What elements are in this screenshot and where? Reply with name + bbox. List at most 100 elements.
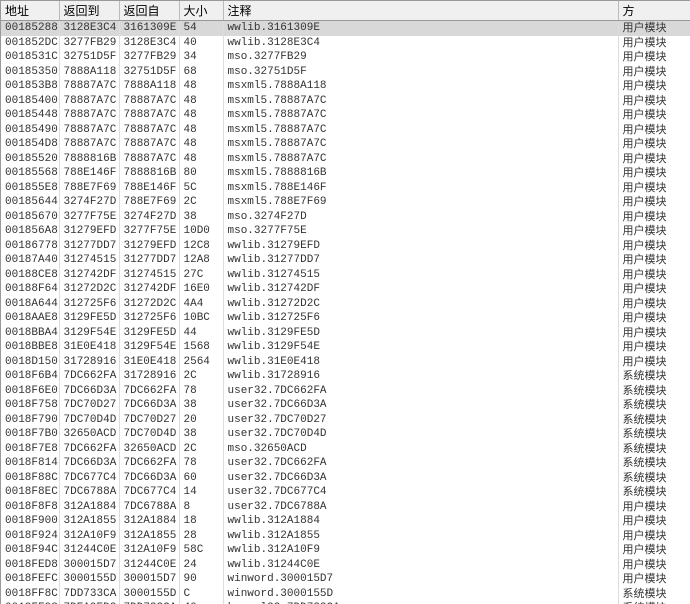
cell-return-from: 31272D2C — [119, 297, 179, 312]
table-row[interactable]: 0018F924312A10F9312A185528wwlib.312A1855… — [1, 529, 690, 544]
table-row[interactable]: 0018540078887A7C78887A7C48msxml5.78887A7… — [1, 94, 690, 109]
cell-address: 0018F8EC — [1, 485, 59, 500]
col-size[interactable]: 大小 — [179, 1, 223, 21]
table-row[interactable]: 0018F7B032650ACD7DC70D4D38user32.7DC70D4… — [1, 427, 690, 442]
cell-comment: mso.32650ACD — [223, 442, 618, 457]
cell-size: 2564 — [179, 355, 223, 370]
cell-size: 54 — [179, 21, 223, 36]
cell-address: 00185448 — [1, 108, 59, 123]
cell-return-to: 3277F75E — [59, 210, 119, 225]
table-row[interactable]: 0018F8147DC66D3A7DC662FA78user32.7DC662F… — [1, 456, 690, 471]
cell-size: 78 — [179, 456, 223, 471]
cell-origin: 用户模块 — [618, 108, 690, 123]
cell-address: 001854D8 — [1, 137, 59, 152]
cell-return-from: 7DC66D3A — [119, 471, 179, 486]
cell-address: 0018BBE8 — [1, 340, 59, 355]
table-row[interactable]: 00188CE8312742DF3127451527Cwwlib.3127451… — [1, 268, 690, 283]
table-row[interactable]: 0018544878887A7C78887A7C48msxml5.78887A7… — [1, 108, 690, 123]
cell-return-to: 31277DD7 — [59, 239, 119, 254]
cell-return-from: 31244C0E — [119, 558, 179, 573]
table-row[interactable]: 0018F8F8312A18847DC6788A8user32.7DC6788A… — [1, 500, 690, 515]
table-row[interactable]: 0018A644312725F631272D2C4A4wwlib.31272D2… — [1, 297, 690, 312]
cell-return-to: 7888A118 — [59, 65, 119, 80]
table-row[interactable]: 001853B878887A7C7888A11848msxml5.7888A11… — [1, 79, 690, 94]
cell-return-from: 7DC70D4D — [119, 427, 179, 442]
table-row[interactable]: 0018BBE831E0E4183129F54E1568wwlib.3129F5… — [1, 340, 690, 355]
table-row[interactable]: 0018FEFC3000155D300015D790winword.300015… — [1, 572, 690, 587]
cell-size: 48 — [179, 152, 223, 167]
cell-address: 001853B8 — [1, 79, 59, 94]
cell-return-from: 312A1884 — [119, 514, 179, 529]
cell-return-from: 31E0E418 — [119, 355, 179, 370]
cell-comment: wwlib.31728916 — [223, 369, 618, 384]
cell-return-to: 7DC662FA — [59, 442, 119, 457]
table-row[interactable]: 001852DC3277FB293128E3C440wwlib.3128E3C4… — [1, 36, 690, 51]
cell-return-to: 7DC677C4 — [59, 471, 119, 486]
cell-origin: 系统模块 — [618, 471, 690, 486]
cell-size: 34 — [179, 50, 223, 65]
table-row[interactable]: 001855E8788E7F69788E146F5Cmsxml5.788E146… — [1, 181, 690, 196]
table-row[interactable]: 0018549078887A7C78887A7C48msxml5.78887A7… — [1, 123, 690, 138]
table-row[interactable]: 001856A831279EFD3277F75E10D0mso.3277F75E… — [1, 224, 690, 239]
cell-address: 0018FF8C — [1, 587, 59, 602]
col-address[interactable]: 地址 — [1, 1, 59, 21]
table-row[interactable]: 0018F900312A1855312A188418wwlib.312A1884… — [1, 514, 690, 529]
cell-return-from: 7DC66D3A — [119, 398, 179, 413]
cell-comment: wwlib.3129F54E — [223, 340, 618, 355]
table-row[interactable]: 0018D1503172891631E0E4182564wwlib.31E0E4… — [1, 355, 690, 370]
table-row[interactable]: 001854D878887A7C78887A7C48msxml5.78887A7… — [1, 137, 690, 152]
col-return-from[interactable]: 返回自 — [119, 1, 179, 21]
table-row[interactable]: 0018F6E07DC66D3A7DC662FA78user32.7DC662F… — [1, 384, 690, 399]
table-row[interactable]: 0018531C32751D5F3277FB2934mso.3277FB29用户… — [1, 50, 690, 65]
col-origin[interactable]: 方 — [618, 1, 690, 21]
cell-return-from: 3161309E — [119, 21, 179, 36]
table-row[interactable]: 0018BBA43129F54E3129FE5D44wwlib.3129FE5D… — [1, 326, 690, 341]
cell-origin: 用户模块 — [618, 282, 690, 297]
cell-comment: mso.3274F27D — [223, 210, 618, 225]
cell-return-to: 78887A7C — [59, 94, 119, 109]
cell-size: 38 — [179, 398, 223, 413]
table-row[interactable]: 0018F6B47DC662FA317289162Cwwlib.31728916… — [1, 369, 690, 384]
cell-return-to: 3000155D — [59, 572, 119, 587]
cell-address: 0018F7E8 — [1, 442, 59, 457]
cell-size: 12A8 — [179, 253, 223, 268]
cell-address: 0018F814 — [1, 456, 59, 471]
cell-comment: msxml5.7888A118 — [223, 79, 618, 94]
table-row[interactable]: 001852883128E3C43161309E54wwlib.3161309E… — [1, 21, 690, 36]
cell-address: 0018FEFC — [1, 572, 59, 587]
table-row[interactable]: 0018F7907DC70D4D7DC70D2720user32.7DC70D2… — [1, 413, 690, 428]
table-row[interactable]: 0018F7E87DC662FA32650ACD2Cmso.32650ACD系统… — [1, 442, 690, 457]
cell-size: 78 — [179, 384, 223, 399]
table-row[interactable]: 0018AAE83129FE5D312725F610BCwwlib.312725… — [1, 311, 690, 326]
cell-origin: 系统模块 — [618, 398, 690, 413]
call-stack-table[interactable]: 地址 返回到 返回自 大小 注释 方 001852883128E3C431613… — [0, 0, 690, 604]
cell-address: 0018F6E0 — [1, 384, 59, 399]
cell-comment: msxml5.78887A7C — [223, 137, 618, 152]
col-comment[interactable]: 注释 — [223, 1, 618, 21]
table-row[interactable]: 0018FED8300015D731244C0E24wwlib.31244C0E… — [1, 558, 690, 573]
cell-return-from: 31728916 — [119, 369, 179, 384]
table-row[interactable]: 001853507888A11832751D5F68mso.32751D5F用户… — [1, 65, 690, 80]
cell-address: 0018F94C — [1, 543, 59, 558]
table-row[interactable]: 00187A403127451531277DD712A8wwlib.31277D… — [1, 253, 690, 268]
table-row[interactable]: 0018F7587DC70D277DC66D3A38user32.7DC66D3… — [1, 398, 690, 413]
cell-size: 5C — [179, 181, 223, 196]
table-row[interactable]: 0018F94C31244C0E312A10F958Cwwlib.312A10F… — [1, 543, 690, 558]
cell-comment: msxml5.78887A7C — [223, 152, 618, 167]
table-row[interactable]: 0018FF8C7DD733CA3000155DCwinword.3000155… — [1, 587, 690, 602]
table-row[interactable]: 00188F6431272D2C312742DF16E0wwlib.312742… — [1, 282, 690, 297]
table-row[interactable]: 0018F8EC7DC6788A7DC677C414user32.7DC677C… — [1, 485, 690, 500]
cell-origin: 用户模块 — [618, 36, 690, 51]
cell-size: 60 — [179, 471, 223, 486]
table-row[interactable]: 001856703277F75E3274F27D38mso.3274F27D用户… — [1, 210, 690, 225]
cell-return-to: 3129FE5D — [59, 311, 119, 326]
table-row[interactable]: 001856443274F27D788E7F692Cmsxml5.788E7F6… — [1, 195, 690, 210]
cell-return-from: 31279EFD — [119, 239, 179, 254]
table-row[interactable]: 0018F88C7DC677C47DC66D3A60user32.7DC66D3… — [1, 471, 690, 486]
cell-return-from: 7888816B — [119, 166, 179, 181]
table-row[interactable]: 001855207888816B78887A7C48msxml5.78887A7… — [1, 152, 690, 167]
table-row[interactable]: 00185568788E146F7888816B80msxml5.7888816… — [1, 166, 690, 181]
table-row[interactable]: 0018677831277DD731279EFD12C8wwlib.31279E… — [1, 239, 690, 254]
cell-comment: msxml5.788E146F — [223, 181, 618, 196]
col-return-to[interactable]: 返回到 — [59, 1, 119, 21]
